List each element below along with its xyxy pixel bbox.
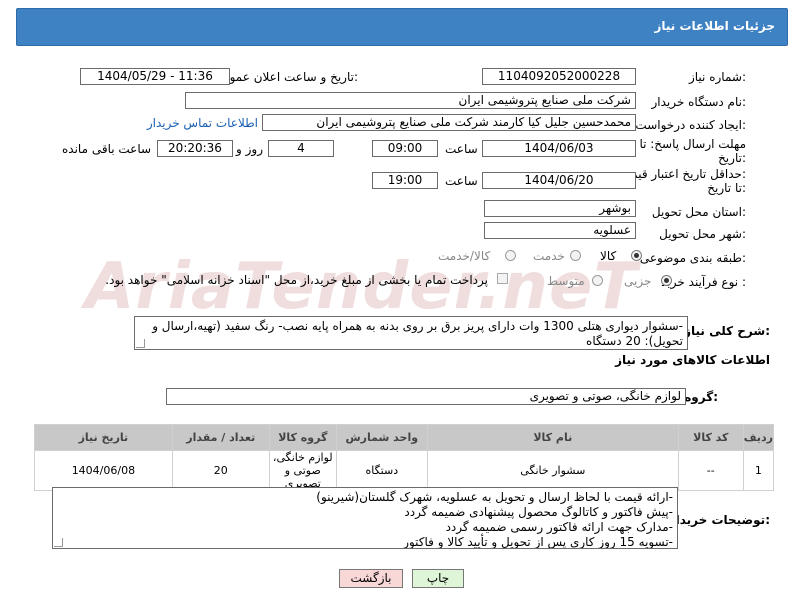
reply-deadline-label-2: تاریخ: — [718, 151, 746, 165]
back-button[interactable]: بازگشت — [339, 569, 403, 588]
buyer-notes-label: توضیحات خریدار: — [668, 513, 770, 527]
goods-group-field[interactable]: لوازم خانگی، صوتی و تصویری — [166, 388, 686, 405]
price-validity-label: حداقل تاریخ اعتبار قیمت: — [619, 167, 746, 181]
announce-field[interactable]: 1404/05/29 - 11:36 — [80, 68, 230, 85]
cell-row: 1 — [742, 450, 775, 491]
category-radio-goods-service[interactable] — [505, 250, 516, 261]
price-date-field[interactable]: 1404/06/20 — [482, 172, 636, 189]
buyer-note-line-2: -پیش فاکتور و کاتالوگ محصول پیشنهادی ضمی… — [404, 505, 673, 519]
col-date: تاریخ نیاز — [34, 424, 173, 451]
buyer-org-label: نام دستگاه خریدار: — [651, 95, 747, 109]
price-validity-label-2: تا تاریخ: — [707, 181, 746, 195]
buyer-org-field[interactable]: شرکت ملی صنایع پتروشیمی ایران — [185, 92, 636, 109]
reply-deadline-label: مهلت ارسال پاسخ: تا — [639, 137, 746, 151]
print-button[interactable]: چاپ — [412, 569, 464, 588]
goods-section-title: اطلاعات کالاهای مورد نیاز — [615, 353, 770, 367]
announce-label: تاریخ و ساعت اعلان عمومی: — [213, 70, 358, 84]
province-field[interactable]: بوشهر — [484, 200, 636, 217]
cell-date: 1404/06/08 — [34, 450, 173, 491]
category-goods-service-label: کالا/خدمت — [438, 249, 491, 263]
buyer-notes-resize-handle[interactable] — [54, 538, 63, 547]
reply-time-field[interactable]: 09:00 — [372, 140, 438, 157]
remaining-time-field[interactable]: 20:20:36 — [157, 140, 233, 157]
description-label: شرح کلی نیاز: — [684, 324, 770, 338]
days-label: روز و — [236, 142, 263, 156]
buyer-note-line-3: -مدارک جهت ارائه فاکتور رسمی ضمیمه گردد — [445, 520, 673, 534]
category-radio-goods[interactable] — [631, 250, 642, 261]
col-code: کد کالا — [677, 424, 744, 451]
category-service-label: خدمت — [533, 249, 565, 263]
col-qty: تعداد / مقدار — [171, 424, 270, 451]
col-name: نام کالا — [426, 424, 679, 451]
province-label: استان محل تحویل: — [651, 205, 746, 219]
category-radio-service[interactable] — [570, 250, 581, 261]
col-row: ردیف — [742, 424, 775, 451]
description-line-2: تحویل): 20 دستگاه — [586, 334, 683, 348]
city-label: شهر محل تحویل: — [659, 227, 746, 241]
process-partial-label: جزیی — [624, 274, 652, 288]
table-row[interactable]: 1 -- سشوار خانگی دستگاه لوازم خانگی، صوت… — [34, 450, 775, 491]
cell-name: سشوار خانگی — [426, 450, 679, 491]
reply-time-label: ساعت — [445, 142, 478, 156]
creator-field[interactable]: محمدحسین جلیل کیا کارمند شرکت ملی صنایع … — [262, 114, 636, 131]
reply-date-field[interactable]: 1404/06/03 — [482, 140, 636, 157]
treasury-payment-checkbox[interactable] — [497, 273, 508, 284]
city-field[interactable]: عسلویه — [484, 222, 636, 239]
buyer-contact-link[interactable]: اطلاعات تماس خریدار — [147, 116, 258, 130]
cell-code: -- — [677, 450, 744, 491]
buyer-note-line-4: -تسویه 15 روز کاری پس از تحویل و تأیید ک… — [403, 535, 673, 549]
need-number-label: شماره نیاز: — [688, 70, 746, 84]
process-radio-medium[interactable] — [592, 275, 603, 286]
cell-qty: 20 — [171, 450, 270, 491]
category-goods-label: کالا — [600, 249, 617, 263]
buyer-note-line-1: -ارائه قیمت با لحاظ ارسال و تحویل به عسل… — [316, 490, 673, 504]
price-time-label: ساعت — [445, 174, 478, 188]
col-unit: واحد شمارش — [335, 424, 428, 451]
col-group: گروه کالا — [268, 424, 337, 451]
need-number-field[interactable]: 1104092052000228 — [482, 68, 636, 85]
process-radio-partial[interactable] — [661, 275, 672, 286]
days-field[interactable]: 4 — [268, 140, 334, 157]
treasury-payment-note: پرداخت تمام یا بخشی از مبلغ خرید،از محل … — [105, 273, 488, 287]
page-header: جزئیات اطلاعات نیاز — [16, 8, 788, 46]
cell-group: لوازم خانگی، صوتی و تصویری — [268, 450, 337, 491]
creator-label: ایجاد کننده درخواست: — [635, 118, 746, 132]
price-time-field[interactable]: 19:00 — [372, 172, 438, 189]
cell-unit: دستگاه — [335, 450, 428, 491]
description-textarea[interactable]: -سشوار دیواری هتلی 1300 وات دارای پریز ب… — [134, 316, 688, 350]
page-title: جزئیات اطلاعات نیاز — [654, 19, 775, 33]
process-medium-label: متوسط — [547, 274, 585, 288]
process-label: نوع فرآیند خرید : — [661, 275, 746, 289]
description-resize-handle[interactable] — [136, 339, 145, 348]
table-header-row: ردیف کد کالا نام کالا واحد شمارش گروه کا… — [34, 424, 775, 451]
goods-table: ردیف کد کالا نام کالا واحد شمارش گروه کا… — [34, 424, 775, 491]
buyer-notes-textarea[interactable]: -ارائه قیمت با لحاظ ارسال و تحویل به عسل… — [52, 487, 678, 549]
description-line-1: -سشوار دیواری هتلی 1300 وات دارای پریز ب… — [152, 319, 683, 333]
remaining-label: ساعت باقی مانده — [62, 142, 152, 156]
category-label: طبقه بندی موضوعی: — [639, 251, 746, 265]
